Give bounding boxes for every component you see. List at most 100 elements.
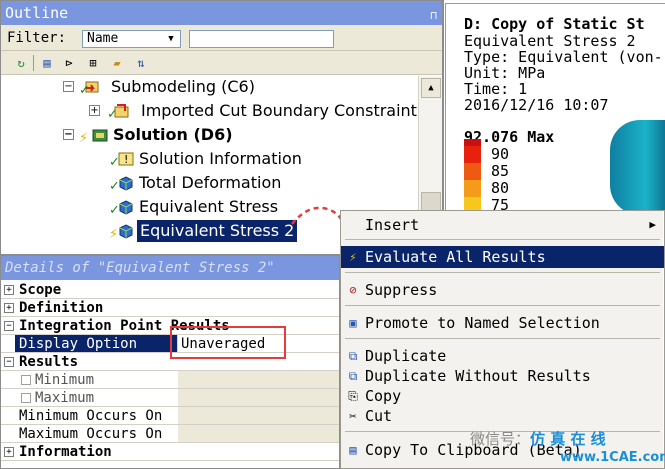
expand-tree-icon[interactable]: ▤	[39, 55, 55, 71]
collapse-environment-icon[interactable]: ⊳	[61, 55, 77, 71]
tree-item-label: Solution (D6)	[113, 125, 233, 144]
info-icon: !	[118, 152, 134, 166]
lightning-icon: ⚡	[349, 250, 357, 264]
menu-item-label: Insert	[365, 216, 420, 234]
tree-item-solution[interactable]: − ⚡ Solution (D6)	[1, 124, 416, 146]
result-time: Time: 1	[464, 80, 528, 98]
toolbar-divider	[33, 55, 34, 71]
menu-item-cut[interactable]: ✂ Cut	[341, 405, 664, 427]
tree-item-total-deformation[interactable]: ✓ Total Deformation	[1, 172, 416, 194]
outline-title: Outline	[5, 4, 69, 22]
tree-item-solution-information[interactable]: ✓ ! Solution Information	[1, 148, 416, 170]
scissors-icon: ✂	[349, 409, 357, 423]
svg-text:!: !	[124, 153, 128, 166]
refresh-icon[interactable]: ↻	[13, 55, 29, 71]
model-contour-plot[interactable]	[610, 120, 665, 215]
filter-select-value: Name	[87, 31, 119, 46]
details-group-information[interactable]: + Information	[1, 443, 339, 461]
tree-item-submodeling[interactable]: − ✓ Submodeling (C6)	[1, 76, 416, 98]
duplicate-icon: ⧉	[348, 369, 358, 383]
filter-search-input[interactable]	[189, 30, 334, 48]
named-selection-icon: ▣	[349, 316, 357, 330]
details-title: Details of "Equivalent Stress 2"	[1, 256, 339, 280]
menu-item-duplicate-without-results[interactable]: ⧉ Duplicate Without Results	[341, 365, 664, 387]
legend-value: 80	[491, 179, 510, 197]
menu-separator	[345, 305, 660, 306]
details-field-minimum[interactable]: Minimum	[1, 371, 339, 389]
expand-icon[interactable]: +	[4, 303, 14, 313]
expand-icon[interactable]: +	[4, 447, 14, 457]
menu-item-label: Evaluate All Results	[365, 248, 546, 266]
details-group-label: Definition	[19, 300, 104, 316]
parameter-checkbox[interactable]	[21, 393, 31, 403]
details-group-scope[interactable]: + Scope	[1, 281, 339, 299]
collapse-icon[interactable]: −	[4, 321, 14, 331]
parameter-checkbox[interactable]	[21, 375, 31, 385]
legend-swatch	[464, 180, 481, 197]
collapse-icon[interactable]: −	[63, 81, 74, 92]
tree-item-label: Solution Information	[139, 149, 302, 168]
menu-item-suppress[interactable]: ⊘ Suppress	[341, 279, 664, 301]
menu-item-promote-to-named-selection[interactable]: ▣ Promote to Named Selection	[341, 312, 664, 334]
watermark: 微信号：仿 真 在 线	[470, 428, 606, 449]
tree-item-label: Submodeling (C6)	[111, 77, 255, 96]
menu-separator	[345, 272, 660, 273]
menu-item-evaluate-all-results[interactable]: ⚡ Evaluate All Results	[341, 246, 664, 268]
expand-all-icon[interactable]: ⊞	[85, 55, 101, 71]
legend-swatch	[464, 146, 481, 163]
details-field-maximum-occurs-on[interactable]: Maximum Occurs On	[1, 425, 339, 443]
legend-swatch	[464, 163, 481, 180]
menu-item-copy[interactable]: ⎘ Copy	[341, 385, 664, 407]
suppress-icon: ⊘	[349, 283, 357, 297]
watermark-brand: 仿 真 在 线	[530, 430, 606, 448]
result-cube-icon	[119, 224, 133, 239]
collapse-icon[interactable]: −	[63, 129, 74, 140]
menu-item-label: Duplicate	[365, 347, 447, 365]
scroll-up-icon[interactable]: ▲	[421, 78, 441, 98]
details-field-maximum[interactable]: Maximum	[1, 389, 339, 407]
details-field-minimum-occurs-on[interactable]: Minimum Occurs On	[1, 407, 339, 425]
details-panel: Details of "Equivalent Stress 2" + Scope…	[0, 255, 340, 469]
tree-item-imported-cut-boundary[interactable]: + ✓ Imported Cut Boundary Constraint	[1, 100, 417, 122]
watermark-prefix: 微信号：	[470, 430, 531, 448]
highlight-callout-box	[170, 326, 286, 359]
outline-title-bar: Outline ⊓	[1, 1, 442, 25]
sort-icon[interactable]: ⇅	[133, 55, 149, 71]
duplicate-icon: ⧉	[348, 349, 358, 363]
tree-item-label: Equivalent Stress	[139, 197, 279, 216]
minimum-occurs-on-value	[178, 407, 339, 424]
minimum-occurs-on-label: Minimum Occurs On	[19, 408, 163, 424]
details-group-label: Scope	[19, 282, 62, 298]
check-icon: ✓	[79, 83, 90, 98]
chevron-down-icon[interactable]: ▼	[164, 32, 178, 46]
watermark-site: www.1CAE.com	[560, 450, 665, 465]
menu-separator	[345, 338, 660, 339]
menu-item-insert[interactable]: Insert ▶	[341, 214, 664, 236]
expand-icon[interactable]: +	[89, 105, 100, 116]
tree-item-label: Total Deformation	[139, 173, 282, 192]
copy-icon: ⎘	[348, 389, 358, 403]
details-group-label: Information	[19, 444, 112, 460]
menu-item-duplicate[interactable]: ⧉ Duplicate	[341, 345, 664, 367]
filter-select[interactable]: Name ▼	[82, 30, 181, 48]
submenu-arrow-icon: ▶	[649, 218, 656, 231]
menu-item-label: Cut	[365, 407, 393, 425]
menu-item-label: Copy	[365, 387, 402, 405]
result-name: Equivalent Stress 2	[464, 32, 636, 50]
maximum-occurs-on-label: Maximum Occurs On	[19, 426, 163, 442]
details-group-definition[interactable]: + Definition	[1, 299, 339, 317]
expand-icon[interactable]: +	[4, 285, 14, 295]
legend-value: 85	[491, 162, 510, 180]
menu-separator	[345, 239, 660, 240]
result-date: 2016/12/16 10:07	[464, 96, 609, 114]
folder-icon[interactable]: ▰	[109, 55, 125, 71]
tree-item-label: Equivalent Stress 2	[137, 220, 298, 242]
imported-constraint-icon	[114, 104, 129, 118]
solution-icon	[92, 129, 108, 142]
result-title: D: Copy of Static St	[464, 15, 645, 33]
collapse-icon[interactable]: −	[4, 357, 14, 367]
outline-toolbar: ↻ ▤ ⊳ ⊞ ▰ ⇅	[1, 51, 442, 75]
result-cube-icon	[119, 176, 133, 191]
result-cube-icon	[119, 200, 133, 215]
legend-value: 90	[491, 145, 510, 163]
